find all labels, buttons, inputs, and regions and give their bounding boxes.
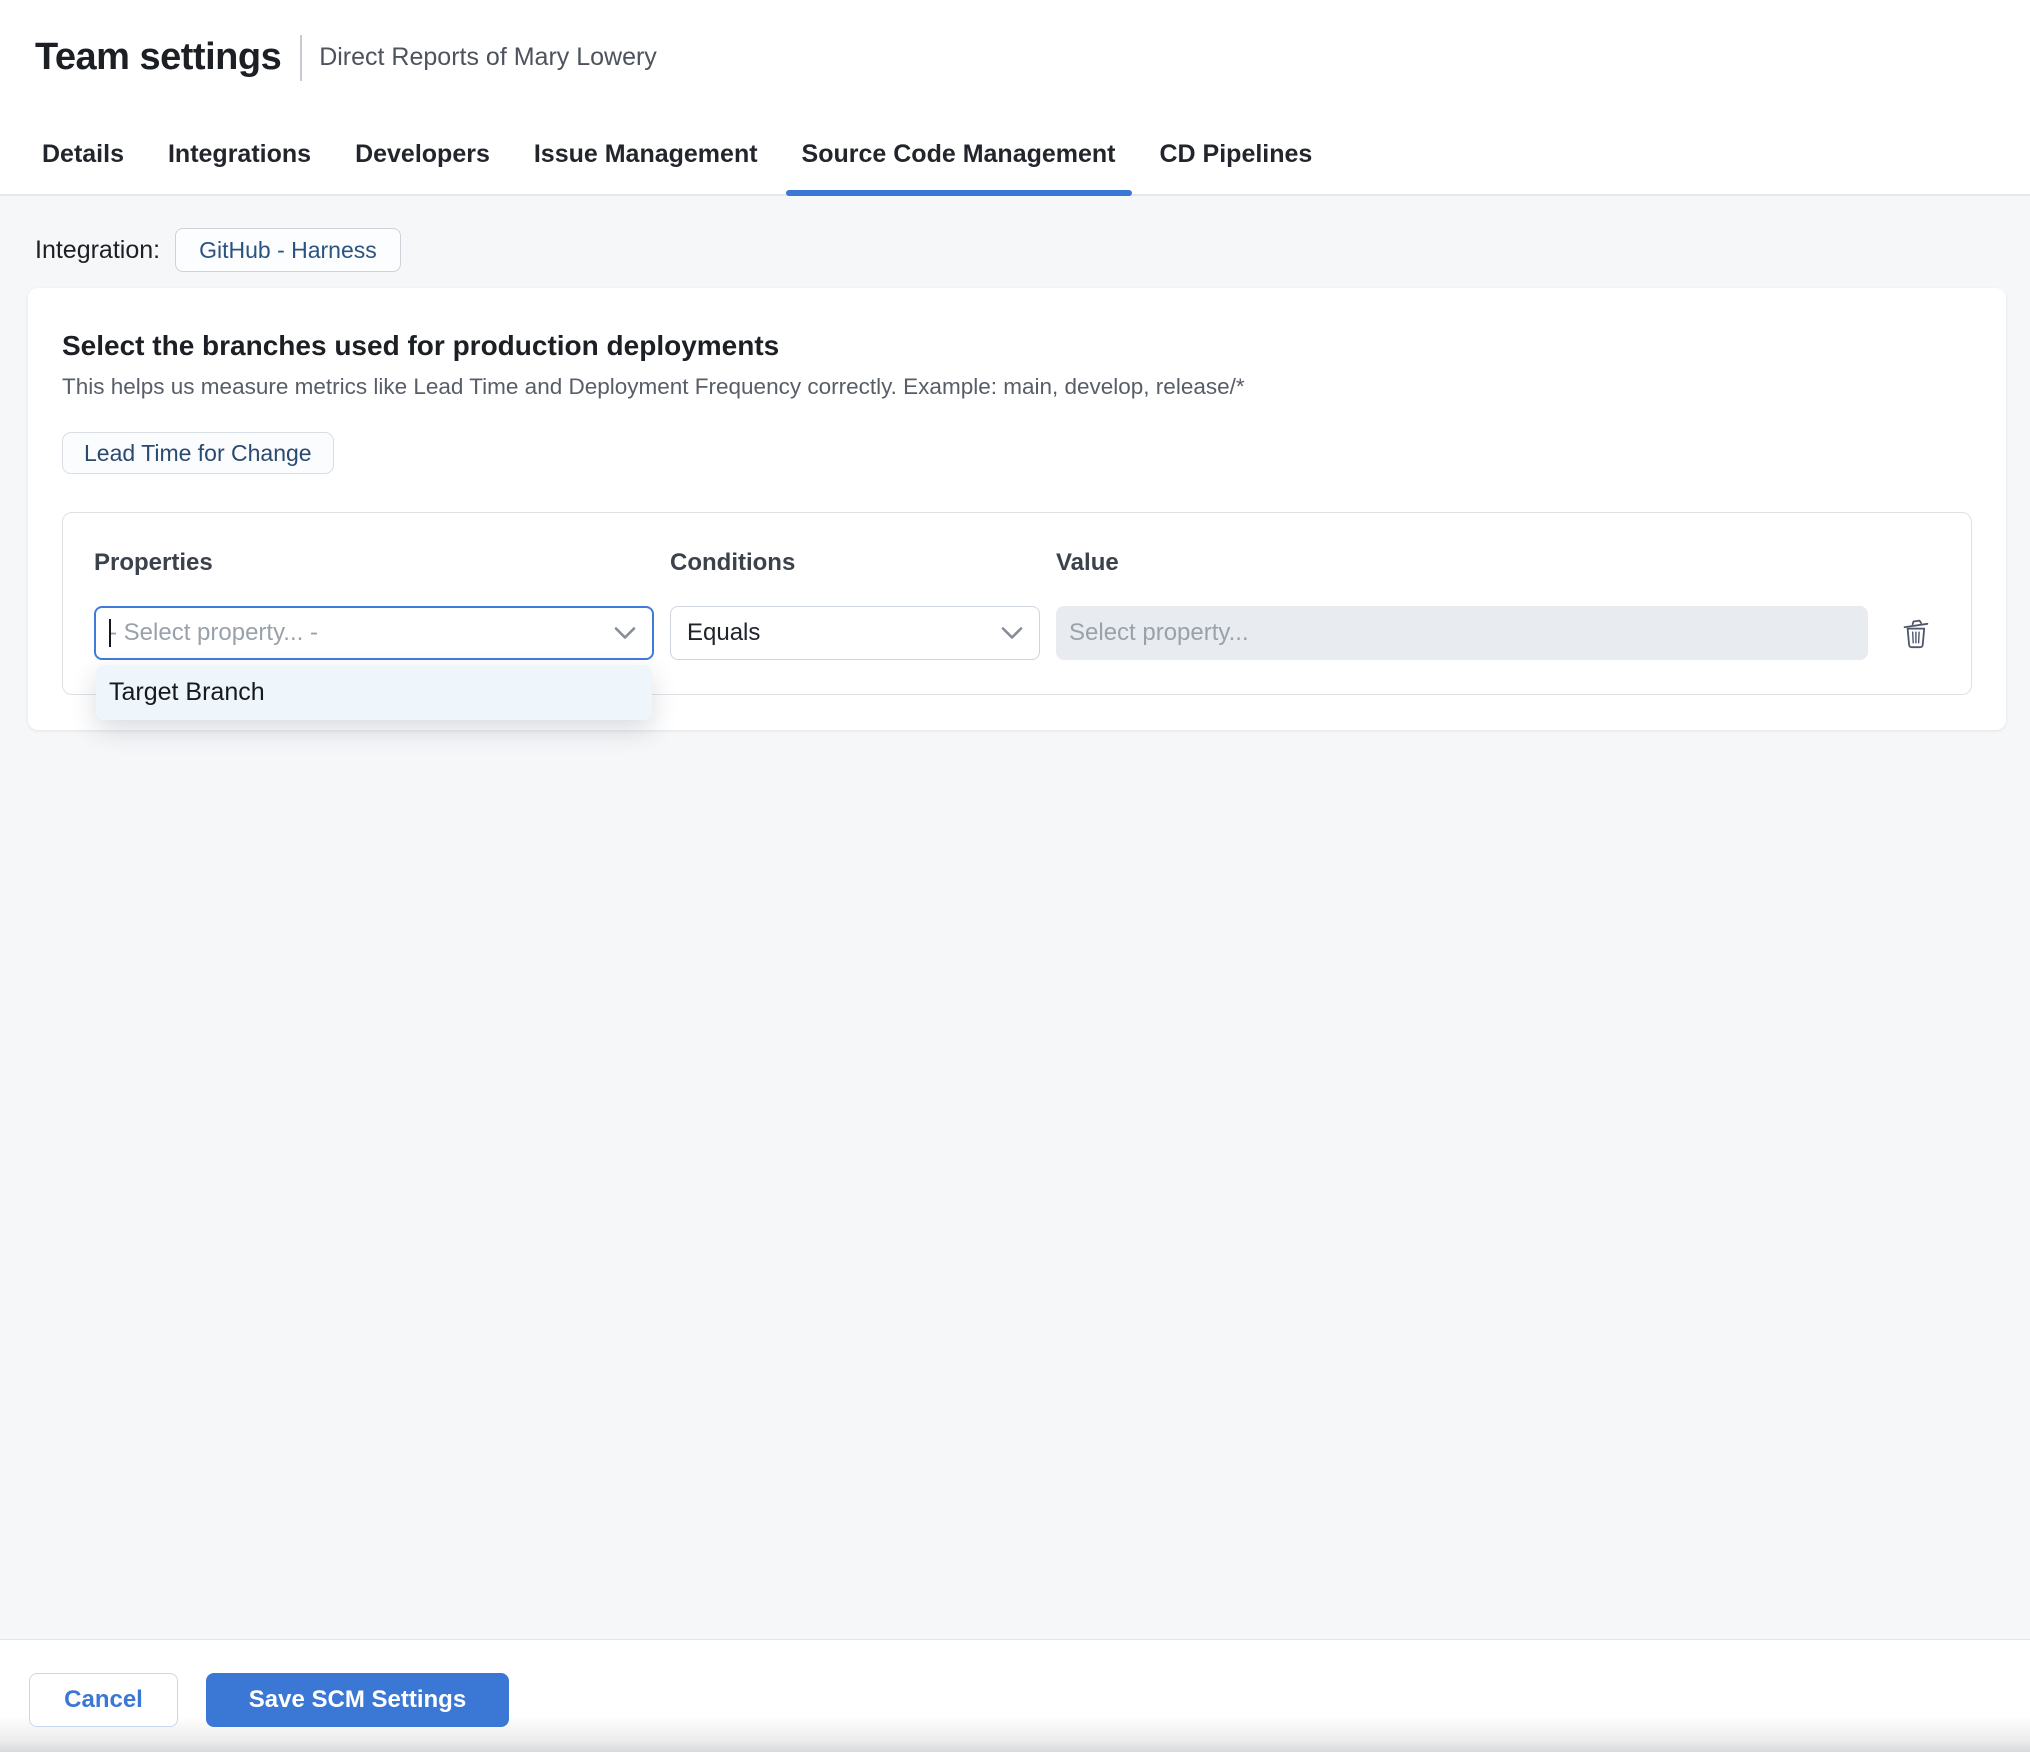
title-divider: [300, 34, 303, 81]
save-scm-settings-button[interactable]: Save SCM Settings: [206, 1673, 509, 1727]
footer-actions: Cancel Save SCM Settings: [0, 1639, 2030, 1752]
value-input[interactable]: [1056, 606, 1868, 660]
properties-label: Properties: [94, 549, 213, 576]
value-label: Value: [1056, 549, 1119, 576]
card-title: Select the branches used for production …: [62, 330, 780, 361]
page-subtitle: Direct Reports of Mary Lowery: [319, 43, 657, 71]
chevron-down-icon: [1001, 627, 1023, 640]
tab-developers[interactable]: Developers: [355, 115, 490, 194]
page-title: Team settings: [35, 36, 282, 78]
tab-issue-management[interactable]: Issue Management: [534, 115, 758, 194]
tab-integrations[interactable]: Integrations: [168, 115, 311, 194]
property-option-target-branch[interactable]: Target Branch: [96, 665, 652, 720]
property-dropdown-menu: Target Branch: [96, 665, 652, 720]
text-caret: [109, 619, 111, 647]
conditions-label: Conditions: [670, 549, 796, 576]
tab-cd-pipelines[interactable]: CD Pipelines: [1160, 115, 1313, 194]
rule-builder-panel: Properties Target Branch Conditions Equa…: [62, 512, 1972, 720]
properties-column: Properties Target Branch: [94, 549, 654, 720]
property-select[interactable]: Target Branch: [94, 606, 654, 720]
condition-select[interactable]: Equals: [670, 606, 1040, 660]
condition-selected-value: Equals: [687, 619, 761, 646]
integration-row: Integration: GitHub - Harness: [0, 196, 2030, 272]
integration-chip[interactable]: GitHub - Harness: [175, 228, 401, 272]
value-column: Value: [1056, 549, 1868, 694]
tab-source-code-management[interactable]: Source Code Management: [785, 115, 1132, 196]
page-header: Team settings Direct Reports of Mary Low…: [0, 0, 2030, 115]
cancel-button[interactable]: Cancel: [29, 1673, 178, 1727]
trash-icon: [1901, 617, 1931, 650]
lead-time-for-change-chip[interactable]: Lead Time for Change: [62, 432, 334, 474]
chevron-down-icon: [614, 627, 636, 640]
conditions-column: Conditions Equals: [670, 549, 1040, 694]
integration-label: Integration:: [35, 235, 161, 264]
tab-details[interactable]: Details: [42, 115, 124, 194]
value-input-wrap: [1056, 606, 1868, 660]
card-subtitle: This helps us measure metrics like Lead …: [62, 374, 1245, 399]
settings-tabbar: Details Integrations Developers Issue Ma…: [0, 115, 2030, 196]
property-select-input[interactable]: [96, 608, 652, 658]
main-content: Integration: GitHub - Harness Select the…: [0, 196, 2030, 1639]
scm-branches-card: Select the branches used for production …: [28, 288, 2006, 730]
delete-rule-column: [1894, 549, 1938, 694]
delete-rule-button[interactable]: [1894, 606, 1938, 660]
